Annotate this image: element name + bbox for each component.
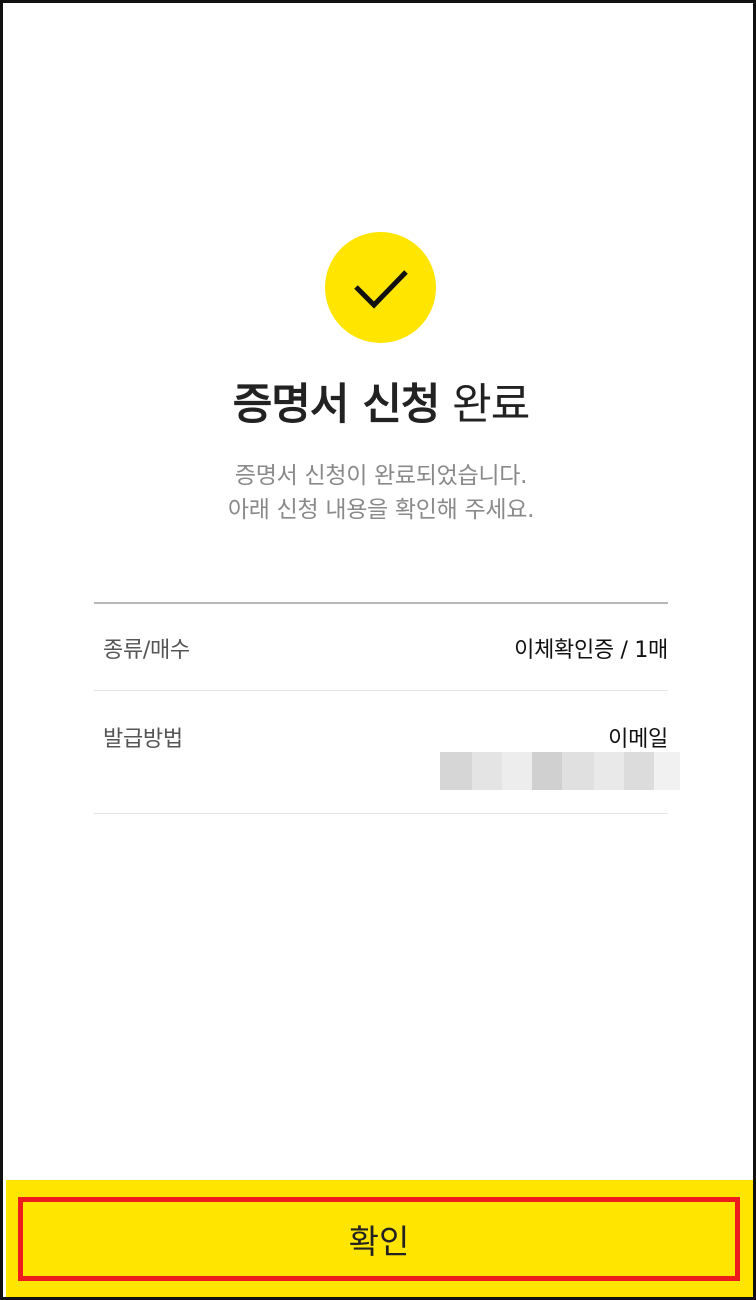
page-title: 증명서 신청 완료 bbox=[3, 375, 753, 435]
detail-row-method: 발급방법 이메일 bbox=[94, 691, 680, 814]
check-mark bbox=[354, 270, 408, 309]
bottom-action-bar: 확인 bbox=[6, 1180, 753, 1297]
title-light: 완료 bbox=[452, 380, 530, 430]
completion-message: 증명서 신청이 완료되었습니다. bbox=[234, 463, 528, 489]
type-value: 이체확인증 / 1매 bbox=[514, 638, 668, 663]
detail-row-type: 종류/매수 이체확인증 / 1매 bbox=[94, 604, 668, 691]
method-label: 발급방법 bbox=[103, 727, 183, 752]
type-label: 종류/매수 bbox=[103, 638, 190, 663]
masked-email-address bbox=[440, 752, 680, 790]
method-value: 이메일 bbox=[608, 727, 668, 752]
confirm-button[interactable]: 확인 bbox=[18, 1197, 740, 1281]
title-bold: 증명서 신청 bbox=[232, 380, 441, 430]
app-screen: 증명서 신청 완료 증명서 신청이 완료되었습니다. 아래 신청 내용을 확인해… bbox=[0, 0, 756, 1300]
check-icon bbox=[325, 232, 436, 343]
application-details: 종류/매수 이체확인증 / 1매 발급방법 이메일 bbox=[94, 602, 680, 814]
review-instruction: 아래 신청 내용을 확인해 주세요. bbox=[227, 497, 535, 523]
